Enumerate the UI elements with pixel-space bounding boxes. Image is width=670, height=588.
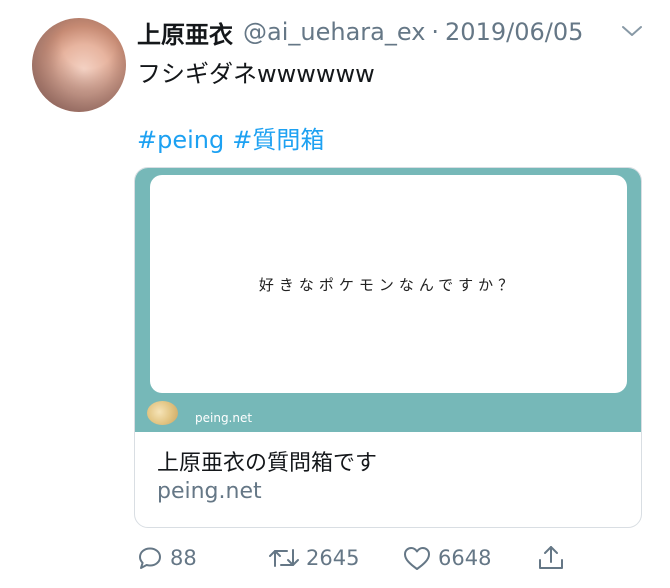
card-question: 好きなポケモンなんですか？ bbox=[258, 275, 519, 294]
hashtag-link[interactable]: #peing bbox=[137, 126, 224, 154]
card-title: 上原亜衣の質問箱です bbox=[157, 451, 378, 476]
hashtags: #peing #質問箱 bbox=[137, 120, 332, 155]
reply-icon bbox=[139, 547, 161, 569]
like-button[interactable]: 6648 bbox=[402, 538, 491, 578]
author-handle[interactable]: @ai_uehara_ex bbox=[243, 18, 425, 46]
question-panel: 好きなポケモンなんですか？ bbox=[150, 175, 627, 393]
card-media[interactable]: 好きなポケモンなんですか？ peing.net bbox=[135, 168, 641, 432]
like-icon bbox=[404, 547, 430, 570]
hashtag-link[interactable]: #質問箱 bbox=[232, 126, 324, 154]
chevron-down-icon[interactable] bbox=[621, 24, 643, 38]
retweet-count: 2645 bbox=[306, 546, 360, 570]
peing-logo-icon bbox=[147, 401, 178, 425]
tweet-actions: 88 2645 6648 bbox=[134, 538, 634, 578]
link-card[interactable]: 好きなポケモンなんですか？ peing.net 上原亜衣の質問箱です peing… bbox=[134, 167, 642, 528]
tweet-text: フシギダネwwwwww bbox=[137, 60, 375, 88]
media-site-label: peing.net bbox=[195, 411, 253, 425]
author-name[interactable]: 上原亜衣 bbox=[137, 15, 233, 50]
tweet-header: 上原亜衣 @ai_uehara_ex · 2019/06/05 bbox=[137, 15, 583, 50]
share-button[interactable] bbox=[536, 538, 572, 578]
header-separator: · bbox=[431, 18, 440, 46]
avatar[interactable] bbox=[32, 18, 126, 112]
like-count: 6648 bbox=[438, 546, 492, 570]
retweet-icon bbox=[269, 549, 299, 567]
retweet-button[interactable]: 2645 bbox=[268, 538, 359, 578]
tweet-date[interactable]: 2019/06/05 bbox=[445, 18, 583, 46]
avatar-photo bbox=[32, 18, 126, 112]
reply-button[interactable]: 88 bbox=[136, 538, 197, 578]
card-domain: peing.net bbox=[157, 479, 262, 504]
share-icon bbox=[539, 546, 563, 569]
reply-count: 88 bbox=[170, 546, 197, 570]
